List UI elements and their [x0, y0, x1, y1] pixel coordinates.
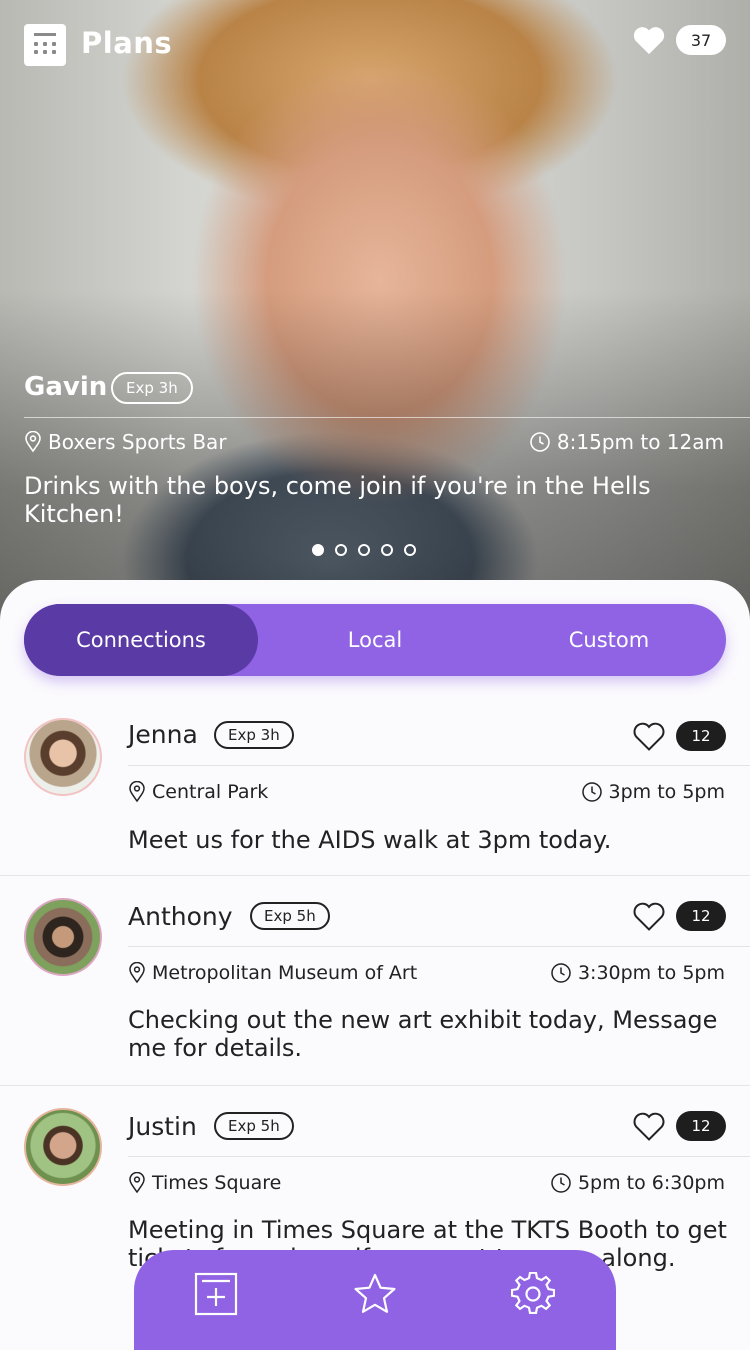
divider — [24, 417, 750, 418]
expiry-badge: Exp 3h — [214, 721, 294, 749]
heart-icon[interactable] — [632, 720, 666, 752]
hero-overlay: Plans 37 Gavin Exp 3h Boxers Sports Bar … — [0, 0, 750, 620]
hero-time: 8:15pm to 12am — [529, 430, 724, 454]
page-indicator[interactable] — [312, 544, 416, 556]
location-pin-icon — [129, 1172, 145, 1194]
hero-description: Drinks with the boys, come join if you'r… — [24, 472, 651, 528]
likes-count-badge: 12 — [676, 901, 726, 931]
plan-time-text: 5pm to 6:30pm — [577, 1172, 725, 1194]
plan-location-text: Times Square — [152, 1172, 282, 1194]
location-pin-icon — [129, 962, 145, 984]
divider — [128, 946, 750, 947]
plan-time-text: 3pm to 5pm — [608, 781, 725, 803]
plans-sheet: Connections Local Custom Jenna Exp 3h 12… — [0, 580, 750, 1340]
plan-location: Metropolitan Museum of Art — [128, 962, 417, 984]
hero-time-text: 8:15pm to 12am — [556, 430, 724, 454]
plan-description: Checking out the new art exhibit today, … — [128, 1006, 718, 1062]
hero-expiry-badge: Exp 3h — [111, 372, 193, 404]
plan-time: 3:30pm to 5pm — [550, 962, 725, 984]
page-dot[interactable] — [381, 544, 393, 556]
clock-icon — [551, 1173, 571, 1193]
plan-user-name: Anthony — [128, 902, 233, 931]
tab-bar: Connections Local Custom — [24, 604, 726, 676]
page-dot[interactable] — [404, 544, 416, 556]
plan-location-text: Central Park — [152, 781, 269, 803]
avatar[interactable] — [24, 898, 102, 976]
divider — [128, 765, 750, 766]
clock-icon — [530, 432, 550, 452]
add-plan-icon[interactable] — [194, 1272, 238, 1316]
expiry-badge: Exp 5h — [214, 1112, 294, 1140]
expiry-badge: Exp 5h — [250, 902, 330, 930]
avatar[interactable] — [24, 718, 102, 796]
page-dot[interactable] — [312, 544, 324, 556]
likes-count-badge: 12 — [676, 1111, 726, 1141]
plan-location: Central Park — [128, 781, 268, 803]
avatar[interactable] — [24, 1108, 102, 1186]
hero-name: Gavin — [24, 372, 108, 402]
location-pin-icon — [25, 431, 41, 453]
clock-icon — [551, 963, 571, 983]
heart-icon[interactable] — [632, 24, 666, 56]
location-pin-icon — [129, 781, 145, 803]
plan-time-text: 3:30pm to 5pm — [577, 962, 725, 984]
divider — [128, 1156, 750, 1157]
hero-location: Boxers Sports Bar — [24, 430, 227, 454]
bottom-nav — [134, 1250, 616, 1350]
page-title: Plans — [81, 26, 173, 60]
list-item[interactable]: Anthony Exp 5h 12 Metropolitan Museum of… — [0, 876, 750, 1086]
heart-icon[interactable] — [632, 1110, 666, 1142]
plan-time: 5pm to 6:30pm — [550, 1172, 725, 1194]
plans-menu-icon[interactable] — [24, 24, 66, 66]
page-dot[interactable] — [335, 544, 347, 556]
plan-time: 3pm to 5pm — [581, 781, 725, 803]
likes-count-badge: 37 — [676, 25, 726, 55]
heart-icon[interactable] — [632, 900, 666, 932]
plan-location-text: Metropolitan Museum of Art — [152, 962, 418, 984]
plan-user-name: Justin — [128, 1112, 197, 1141]
likes-count-badge: 12 — [676, 721, 726, 751]
tab-custom[interactable]: Custom — [492, 604, 726, 676]
plan-location: Times Square — [128, 1172, 281, 1194]
settings-gear-icon[interactable] — [511, 1272, 555, 1316]
list-item[interactable]: Jenna Exp 3h 12 Central Park 3pm to 5pm … — [0, 700, 750, 876]
plan-description: Meet us for the AIDS walk at 3pm today. — [128, 826, 612, 854]
tab-local[interactable]: Local — [258, 604, 492, 676]
plan-user-name: Jenna — [128, 720, 198, 749]
tab-connections[interactable]: Connections — [24, 604, 258, 676]
hero-location-text: Boxers Sports Bar — [48, 430, 227, 454]
favorites-star-icon[interactable] — [353, 1272, 397, 1316]
clock-icon — [581, 782, 602, 802]
page-dot[interactable] — [358, 544, 370, 556]
